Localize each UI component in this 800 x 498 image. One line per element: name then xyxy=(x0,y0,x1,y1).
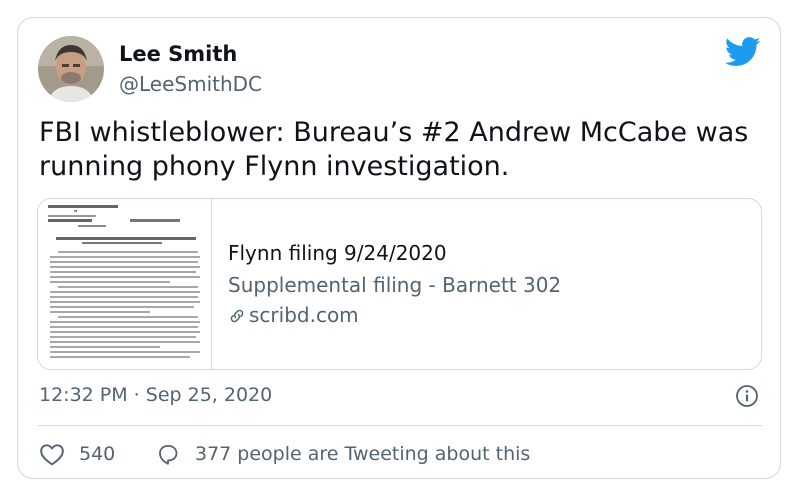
link-card-description: Supplemental filing - Barnett 302 xyxy=(228,273,562,297)
twitter-bird-icon[interactable] xyxy=(725,37,761,67)
author-handle[interactable]: @LeeSmithDC xyxy=(119,72,262,96)
info-icon[interactable] xyxy=(735,384,759,408)
divider xyxy=(38,425,762,426)
tweet-timestamp[interactable]: 12:32 PM · Sep 25, 2020 xyxy=(39,384,272,406)
link-icon xyxy=(230,309,244,323)
link-card-domain-text: scribd.com xyxy=(249,303,359,327)
author-name[interactable]: Lee Smith xyxy=(119,42,237,66)
heart-icon xyxy=(40,444,64,466)
link-card-domain: scribd.com xyxy=(228,303,359,327)
tweet-card: Lee Smith @LeeSmithDC FBI whistleblower:… xyxy=(17,17,781,479)
tweet-text: FBI whistleblower: Bureau’s #2 Andrew Mc… xyxy=(39,117,749,182)
conversation-link[interactable]: 377 people are Tweeting about this xyxy=(155,440,530,468)
like-count: 540 xyxy=(79,443,116,465)
reply-icon xyxy=(159,445,178,465)
avatar[interactable] xyxy=(38,36,104,102)
like-button[interactable]: 540 xyxy=(39,440,115,468)
document-thumbnail xyxy=(38,199,212,369)
link-card-title: Flynn filing 9/24/2020 xyxy=(228,241,447,265)
link-preview-card[interactable]: Flynn filing 9/24/2020 Supplemental fili… xyxy=(37,198,762,370)
conversation-text: 377 people are Tweeting about this xyxy=(195,443,531,465)
